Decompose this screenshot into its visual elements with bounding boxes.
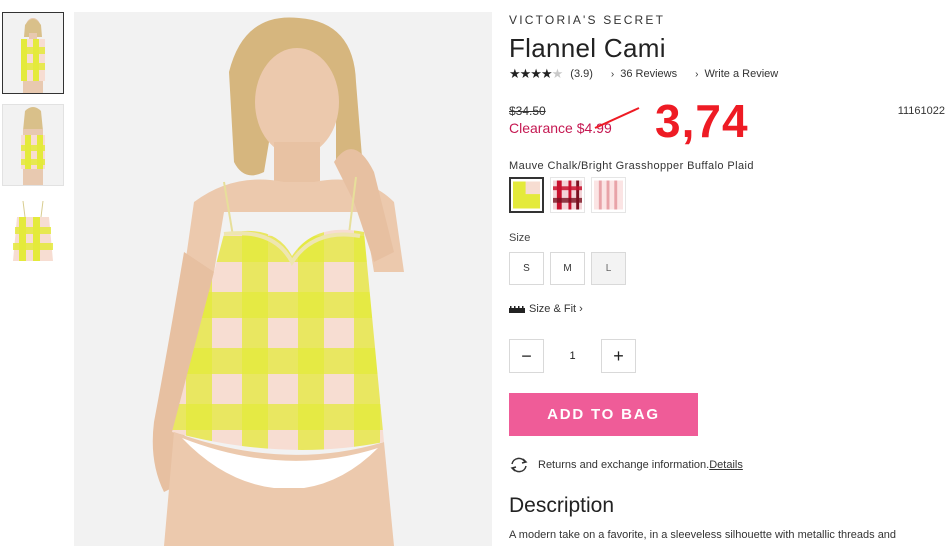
rating-row: ★★★★★ (3.9) › 36 Reviews › Write a Revie… <box>509 66 778 82</box>
increase-quantity-button[interactable]: + <box>601 339 636 373</box>
rating-value: (3.9) <box>570 68 593 80</box>
chevron-right-icon: › <box>579 303 583 315</box>
thumbnail-back[interactable] <box>2 104 64 186</box>
product-sku: 11161022 <box>897 105 945 117</box>
size-l-button[interactable]: L <box>591 252 626 285</box>
returns-details-link[interactable]: Details <box>709 459 743 471</box>
write-review-link[interactable]: Write a Review <box>704 68 778 80</box>
brand-name: VICTORIA'S SECRET <box>509 13 666 27</box>
price-strike-annotation <box>594 107 640 129</box>
exchange-arrows-icon <box>510 457 528 473</box>
decrease-quantity-button[interactable]: − <box>509 339 544 373</box>
product-title: Flannel Cami <box>509 33 666 63</box>
swatch-pink-stripe[interactable] <box>591 177 626 213</box>
thumbnail-front[interactable] <box>2 12 64 94</box>
handwritten-price-annotation: 3,74 <box>655 95 749 147</box>
selected-color-name: Mauve Chalk/Bright Grasshopper Buffalo P… <box>509 160 754 172</box>
swatch-yellow-plaid[interactable] <box>509 177 544 213</box>
quantity-value[interactable]: 1 <box>544 350 601 362</box>
swatch-red-plaid[interactable] <box>550 177 585 213</box>
ruler-icon <box>509 305 525 313</box>
description-text: A modern take on a favorite, in a sleeve… <box>509 529 897 541</box>
size-options: S M L <box>509 252 626 285</box>
reviews-link[interactable]: 36 Reviews <box>620 68 677 80</box>
stars-empty: ★ <box>551 66 564 81</box>
stars-filled: ★★★★ <box>509 66 553 81</box>
size-fit-link[interactable]: Size & Fit › <box>509 303 583 315</box>
rating-stars-icon[interactable]: ★★★★★ <box>509 66 564 82</box>
description-heading: Description <box>509 494 615 517</box>
size-m-button[interactable]: M <box>550 252 585 285</box>
quantity-stepper: − 1 + <box>509 339 636 373</box>
returns-info: Returns and exchange information. Detail… <box>509 456 743 474</box>
color-swatches <box>509 177 626 213</box>
product-main-image[interactable] <box>74 12 492 546</box>
add-to-bag-button[interactable]: ADD TO BAG <box>509 393 698 436</box>
chevron-right-icon: › <box>610 68 615 80</box>
size-fit-label: Size & Fit <box>529 303 577 315</box>
size-label: Size <box>509 232 531 244</box>
returns-text: Returns and exchange information. <box>538 459 710 471</box>
original-price: $34.50 <box>509 104 546 118</box>
thumbnail-flat[interactable] <box>2 196 64 278</box>
size-s-button[interactable]: S <box>509 252 544 285</box>
chevron-right-icon: › <box>695 68 699 80</box>
thumbnail-gallery <box>2 12 64 288</box>
